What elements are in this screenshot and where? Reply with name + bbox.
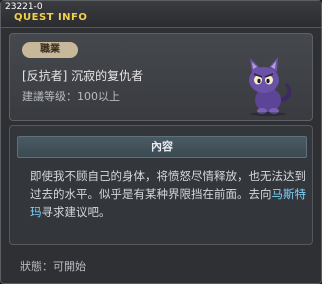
quest-content-panel: 內容 即使我不顾自己的身体，将愤怒尽情释放，也无法达到过去的水平。似乎是有某种界… [9, 125, 313, 245]
quest-name: [反抗者] 沉寂的复仇者 [22, 69, 144, 83]
npc-cat-icon [249, 57, 292, 116]
description-text-end: 寻求建议吧。 [41, 205, 111, 219]
description-text: 即使我不顾自己的身体，将愤怒尽情释放，也无法达到过去的水平。似乎是有某种界限挡在… [30, 169, 306, 201]
quest-status: 狀態：可開始 [20, 260, 86, 273]
quest-description: 即使我不顾自己的身体，将愤怒尽情释放，也无法达到过去的水平。似乎是有某种界限挡在… [30, 167, 312, 221]
titlebar[interactable]: 23221-0 QUEST INFO [1, 1, 321, 28]
quest-info-window: 23221-0 QUEST INFO 職業 [反抗者] 沉寂的复仇者 建議等级：… [0, 0, 322, 284]
content-heading: 內容 [17, 136, 307, 158]
job-badge: 職業 [22, 42, 78, 58]
level-requirement: 建議等级：100以上 [22, 90, 120, 103]
window-title: QUEST INFO [14, 12, 88, 23]
quest-header-panel: 職業 [反抗者] 沉寂的复仇者 建議等级：100以上 [9, 33, 313, 121]
quest-id: 23221-0 [5, 2, 43, 12]
